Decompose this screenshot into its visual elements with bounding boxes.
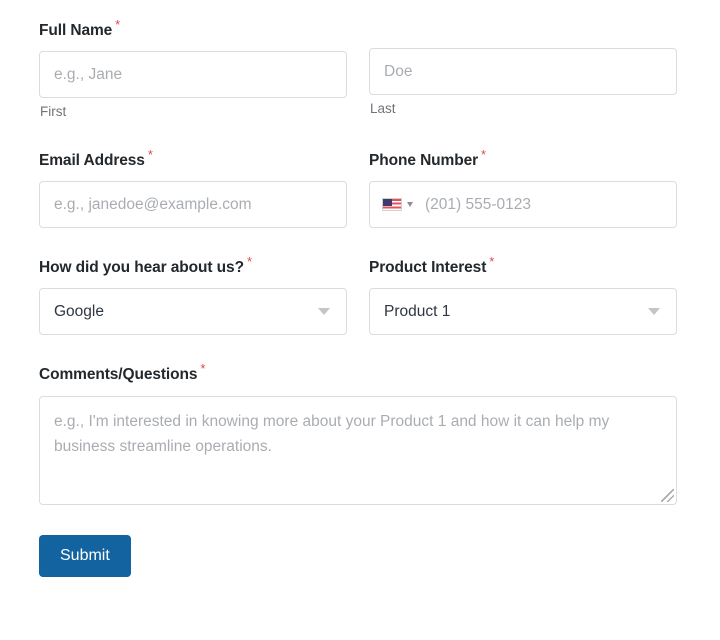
contact-form: Full Name * e.g., Jane First Doe Last Ema…	[0, 0, 720, 640]
first-name-sublabel: First	[40, 104, 67, 120]
last-name-input[interactable]: Doe	[369, 48, 677, 95]
last-name-sublabel: Last	[370, 101, 396, 116]
product-interest-label: Product Interest *	[369, 255, 677, 278]
last-name-label-spacer	[369, 18, 677, 38]
product-interest-field: Product Interest * Product 1	[369, 255, 677, 336]
full-name-row: Full Name * e.g., Jane First Doe Last	[39, 18, 677, 121]
contact-row: Email Address * e.g., janedoe@example.com…	[39, 148, 677, 229]
chevron-down-icon	[648, 308, 660, 316]
required-asterisk: *	[147, 147, 153, 163]
referral-select[interactable]: Google	[39, 288, 347, 336]
last-name-field: Doe Last	[369, 18, 677, 121]
product-interest-select[interactable]: Product 1	[369, 288, 677, 336]
chevron-down-icon	[407, 202, 413, 208]
phone-placeholder-text: (201) 555-0123	[425, 195, 531, 213]
phone-label-text: Phone Number	[369, 152, 479, 170]
country-code-dropdown[interactable]	[370, 182, 421, 227]
referral-label-text: How did you hear about us?	[39, 259, 244, 277]
submit-button[interactable]: Submit	[39, 534, 131, 577]
chevron-down-icon	[318, 308, 330, 316]
required-asterisk: *	[489, 254, 495, 270]
required-asterisk: *	[200, 361, 206, 377]
required-asterisk: *	[481, 147, 487, 163]
us-flag-icon	[382, 198, 402, 212]
comments-placeholder-text: e.g., I'm interested in knowing more abo…	[54, 412, 610, 455]
email-field: Email Address * e.g., janedoe@example.com	[39, 148, 347, 229]
phone-label: Phone Number *	[369, 148, 677, 171]
full-name-label-text: Full Name	[39, 22, 113, 40]
referral-label: How did you hear about us? *	[39, 255, 347, 278]
product-interest-label-text: Product Interest	[369, 259, 487, 277]
comments-label-text: Comments/Questions	[39, 366, 198, 384]
referral-selected-value: Google	[54, 302, 104, 320]
resize-handle[interactable]	[661, 488, 674, 502]
comments-label: Comments/Questions *	[39, 362, 677, 385]
phone-input[interactable]: (201) 555-0123	[369, 181, 677, 229]
selects-row: How did you hear about us? * Google Produ…	[39, 255, 677, 336]
email-input[interactable]: e.g., janedoe@example.com	[39, 181, 347, 229]
comments-textarea[interactable]: e.g., I'm interested in knowing more abo…	[39, 395, 677, 505]
referral-field: How did you hear about us? * Google	[39, 255, 347, 336]
product-interest-selected-value: Product 1	[384, 302, 451, 320]
comments-field: Comments/Questions * e.g., I'm interested…	[39, 362, 677, 505]
full-name-label: Full Name *	[39, 18, 347, 41]
email-label-text: Email Address	[39, 152, 145, 170]
phone-field: Phone Number * (201) 555-0123	[369, 148, 677, 229]
comments-row: Comments/Questions * e.g., I'm interested…	[39, 362, 677, 505]
email-label: Email Address *	[39, 148, 347, 171]
required-asterisk: *	[246, 254, 252, 270]
required-asterisk: *	[115, 17, 121, 32]
first-name-input[interactable]: e.g., Jane	[39, 51, 347, 99]
first-name-field: Full Name * e.g., Jane First	[39, 18, 347, 121]
